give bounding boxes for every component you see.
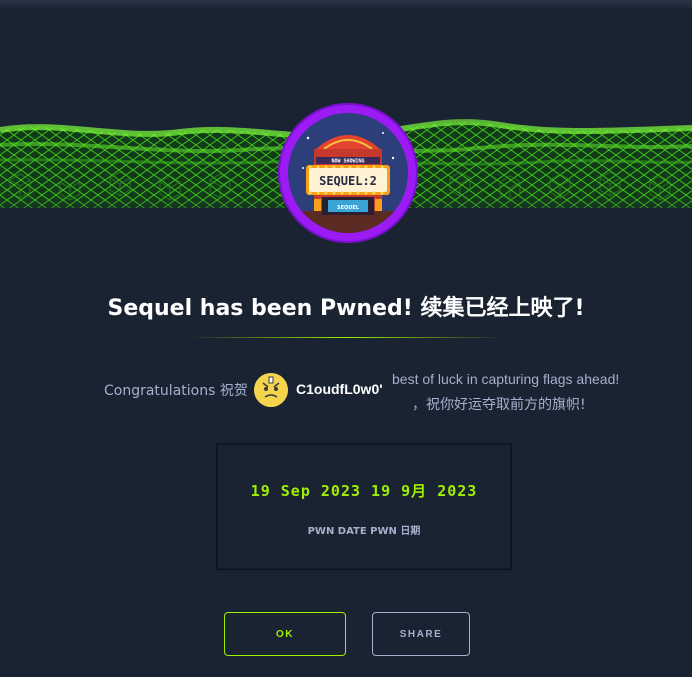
pwn-date-label: PWN DATE PWN 日期: [307, 526, 421, 537]
machine-avatar: NOW SHOWING SEQUEL:2 SEQUEL: [278, 103, 418, 243]
theater-sign-text: SEQUEL: [337, 205, 360, 211]
cartoon-face-icon: [254, 373, 288, 407]
user-avatar[interactable]: [254, 373, 288, 407]
marquee-top-text: NOW SHOWING: [331, 159, 364, 165]
pwn-date-card: 19 Sep 2023 19 9月 2023 PWN DATE PWN 日期: [216, 443, 512, 570]
title-divider: [188, 337, 504, 338]
theater-marquee-icon: NOW SHOWING SEQUEL:2 SEQUEL: [288, 113, 408, 233]
luck-message-en: best of luck in capturing flags ahead!: [392, 371, 620, 387]
share-button[interactable]: SHARE: [372, 612, 470, 656]
pwn-date-value: 19 Sep 2023 19 9月 2023: [250, 482, 478, 500]
top-strip: [0, 0, 692, 8]
username-link[interactable]: C1oudfL0w0': [296, 381, 383, 397]
marquee-main-text: SEQUEL:2: [319, 174, 377, 188]
luck-message-zh: ，祝你好运夺取前方的旗帜!: [412, 397, 586, 413]
ok-button[interactable]: OK: [224, 612, 346, 656]
congratulations-label: Congratulations 祝贺: [104, 383, 248, 399]
pwned-title: Sequel has been Pwned! 续集已经上映了!: [107, 296, 585, 321]
